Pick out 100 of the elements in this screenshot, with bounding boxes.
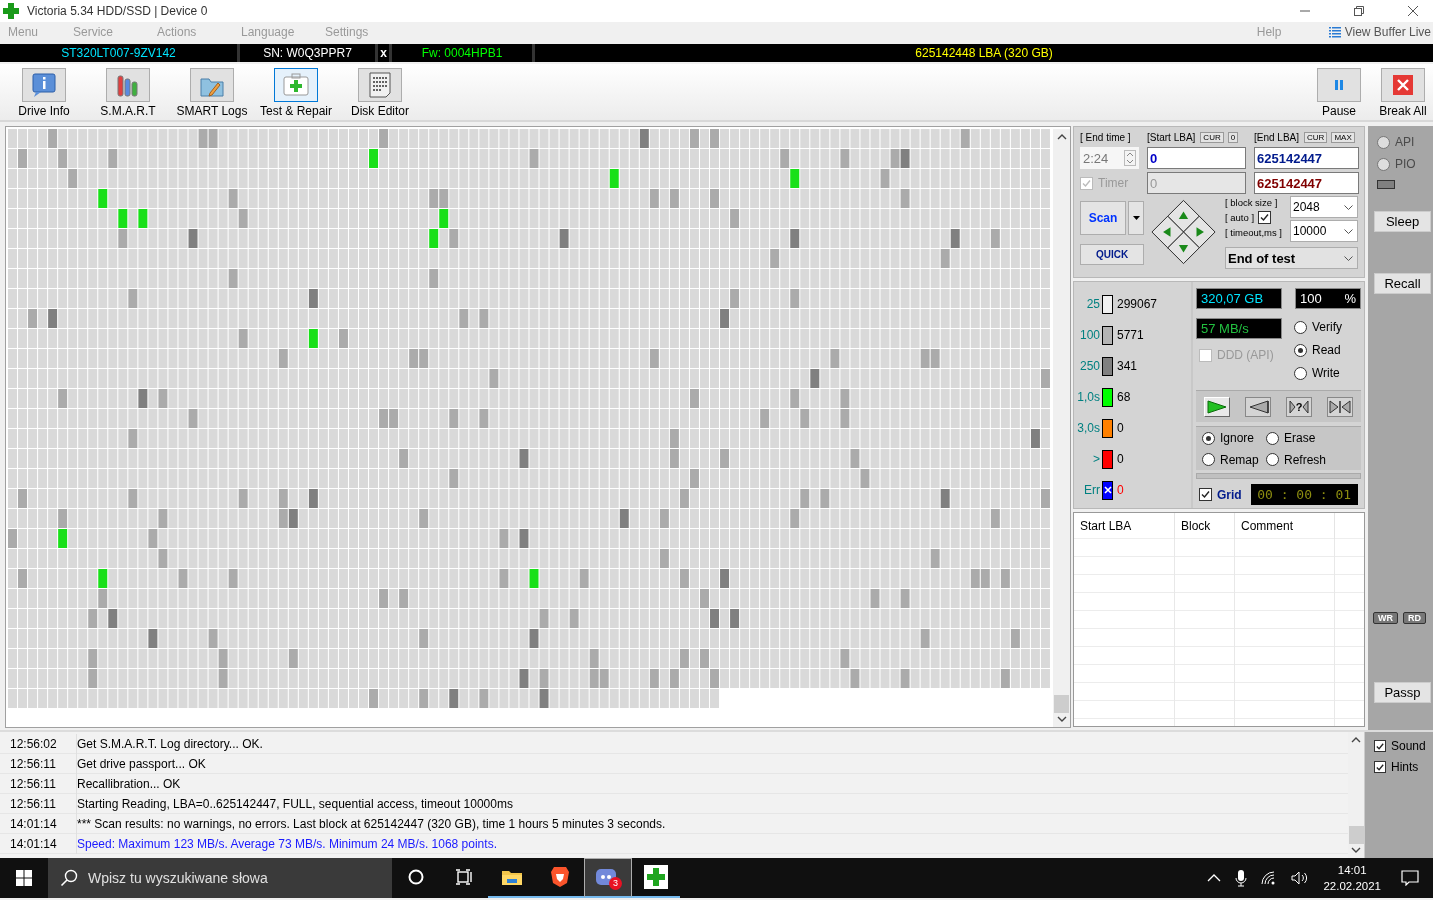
plus-icon <box>3 3 19 19</box>
dropdown-button[interactable] <box>1128 201 1144 235</box>
log-time: 12:56:11 <box>0 753 77 774</box>
legend-label: 1,0s <box>1076 390 1100 404</box>
caret-icon <box>1132 216 1140 220</box>
percent-sign: % <box>1344 290 1356 308</box>
notification-icon[interactable] <box>1401 870 1419 886</box>
pause-button[interactable]: Pause <box>1303 68 1375 120</box>
radio-button[interactable] <box>1266 453 1279 466</box>
notification-badge: 3 <box>609 877 622 890</box>
cur-button[interactable]: CUR <box>1200 131 1224 143</box>
list-icon <box>1328 26 1341 38</box>
clock-button[interactable]: 14:01 22.02.2021 <box>1323 862 1381 894</box>
column-header[interactable]: Block <box>1175 512 1235 539</box>
jump-button[interactable] <box>1327 396 1353 417</box>
circle-icon <box>408 869 424 885</box>
current-end-lba-field[interactable]: 625142447 <box>1254 172 1359 194</box>
toolbar-button[interactable]: SMART Logs <box>170 68 254 120</box>
taskbar-app-button[interactable]: 3 <box>584 858 632 898</box>
end-time-label: [ End time ] <box>1080 131 1132 143</box>
checkbox-label: Timer <box>1098 176 1129 190</box>
checkbox[interactable] <box>1258 211 1272 224</box>
speaker-icon[interactable] <box>1291 871 1310 885</box>
recall-button[interactable]: Recall <box>1374 273 1431 294</box>
chevron-down-icon <box>1344 228 1353 234</box>
chevron-up-icon[interactable] <box>1207 874 1222 882</box>
spin-arrows-icon[interactable] <box>1124 150 1136 166</box>
scroll-thumb[interactable] <box>1348 826 1364 844</box>
cur-button[interactable]: CUR <box>1304 131 1328 143</box>
scan-button[interactable]: Scan <box>1080 201 1126 235</box>
log-time: 14:01:14 <box>0 813 77 834</box>
block-size-dropdown[interactable]: 2048 <box>1290 196 1358 218</box>
max-button[interactable]: MAX <box>1331 131 1355 143</box>
radio-button[interactable] <box>1294 320 1307 334</box>
restore-icon[interactable] <box>1353 5 1365 17</box>
radio-label: Read <box>1312 343 1341 357</box>
radio-button[interactable] <box>1202 431 1215 445</box>
legend-count: 299067 <box>1117 297 1158 311</box>
checkbox-label: Grid <box>1217 487 1242 502</box>
percent-value: 100 <box>1300 290 1322 308</box>
window-title: Victoria 5.34 HDD/SSD | Device 0 <box>27 4 208 18</box>
log-time: 12:56:02 <box>0 733 77 754</box>
legend-label: 25 <box>1085 297 1100 311</box>
legend-count: 0 <box>1117 483 1124 497</box>
radio-button[interactable] <box>1266 431 1279 445</box>
quick-button[interactable]: QUICK <box>1080 244 1144 265</box>
left-arrow-button[interactable] <box>1151 215 1184 249</box>
log-message: Starting Reading, LBA=0..625142447, FULL, sequential access, timeout 10000ms <box>77 796 513 811</box>
search-field[interactable]: Wpisz tu wyszukiwane słowa <box>48 858 392 898</box>
column-header[interactable]: Start LBA <box>1074 512 1175 539</box>
passport-button[interactable]: Passp <box>1374 682 1431 703</box>
scroll-down-icon[interactable] <box>1056 715 1067 723</box>
legend-count: 68 <box>1117 390 1131 404</box>
sleep-button[interactable]: Sleep <box>1374 211 1431 232</box>
legend-count: 0 <box>1117 421 1124 435</box>
task-view-icon <box>455 869 473 885</box>
scroll-thumb[interactable] <box>1054 695 1069 713</box>
log-time: 12:56:11 <box>0 793 77 814</box>
lion-shield-icon <box>550 866 570 888</box>
toolbar-button[interactable]: Test & Repair <box>254 68 338 120</box>
toolbar-button[interactable]: Disk Editor <box>338 68 422 120</box>
play-button[interactable] <box>1204 396 1230 417</box>
close-icon[interactable] <box>1407 5 1419 17</box>
microphone-icon[interactable] <box>1235 869 1248 887</box>
radio-button[interactable] <box>1294 343 1307 357</box>
radio-label: Erase <box>1284 431 1316 445</box>
radio-button[interactable] <box>1202 453 1215 466</box>
scroll-up-icon[interactable] <box>1056 133 1067 141</box>
start-lba-field[interactable]: 0 <box>1147 147 1246 169</box>
toolbar-button[interactable]: Drive Info <box>2 68 86 120</box>
scroll-up-icon[interactable] <box>1351 736 1361 744</box>
rewind-button[interactable] <box>1245 396 1271 417</box>
radio-button[interactable] <box>1294 366 1307 380</box>
checkbox[interactable] <box>1374 740 1386 752</box>
legend-label: 100 <box>1078 328 1100 342</box>
log-message: *** Scan results: no warnings, no errors. Last block at 625142447 (320 GB), time 1 hours 5 minutes 3 seconds. <box>77 816 666 831</box>
scrollbar[interactable] <box>1053 129 1070 727</box>
end-time-spinner[interactable]: 2:24 <box>1080 147 1139 169</box>
end-lba-label: [End LBA] <box>1254 131 1300 143</box>
column-header[interactable]: Comment <box>1235 512 1335 539</box>
timeout-dropdown[interactable]: 10000 <box>1290 220 1358 242</box>
block-size-label: [ block size ] <box>1225 197 1279 208</box>
zero-button[interactable]: 0 <box>1227 131 1239 143</box>
checkbox[interactable] <box>1199 488 1212 501</box>
search-icon <box>60 869 78 887</box>
end-action-dropdown[interactable]: End of test <box>1225 247 1358 269</box>
checkbox-label: Sound <box>1391 739 1426 753</box>
scroll-down-icon[interactable] <box>1351 846 1361 854</box>
query-button[interactable]: ? <box>1286 396 1312 417</box>
radio-label: Refresh <box>1284 452 1327 467</box>
medical-kit-icon <box>282 71 310 99</box>
log-message: Speed: Maximum 123 MB/s. Average 73 MB/s. Minimum 24 MB/s. 1068 points. <box>77 836 497 851</box>
indicator-light <box>1377 180 1395 189</box>
end-lba-field[interactable]: 625142447 <box>1254 147 1359 169</box>
log-message: Get drive passport... OK <box>77 756 206 771</box>
toolbar-button[interactable]: S.M.A.R.T <box>86 68 170 120</box>
view-buffer-button[interactable]: View Buffer Live <box>1328 25 1433 39</box>
checkbox[interactable] <box>1374 761 1386 773</box>
chevron-down-icon <box>1344 255 1353 261</box>
radio-label: Remap <box>1220 452 1259 467</box>
